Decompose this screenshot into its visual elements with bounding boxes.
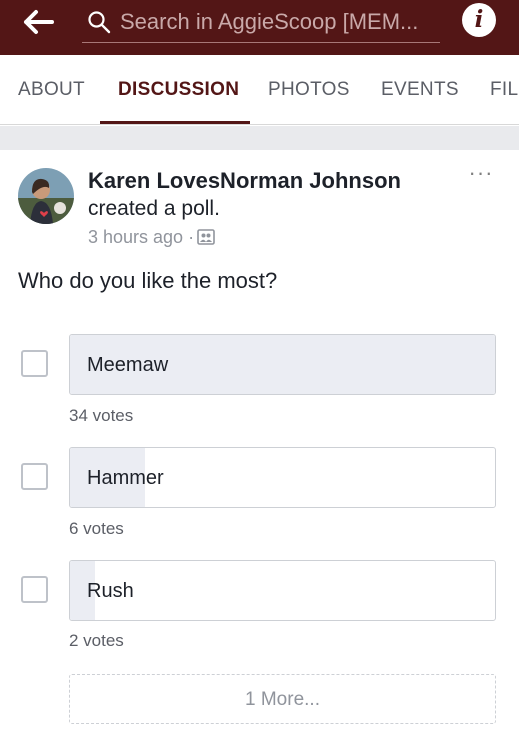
poll-option-hammer[interactable]: Hammer xyxy=(69,447,496,508)
active-tab-indicator xyxy=(100,121,250,124)
info-icon[interactable]: i xyxy=(462,3,496,37)
tab-discussion[interactable]: DISCUSSION xyxy=(118,79,239,101)
back-arrow-icon[interactable] xyxy=(18,6,62,38)
poll-option-checkbox-rush[interactable] xyxy=(21,576,48,603)
top-bar: Search in AggieScoop [MEM... i xyxy=(0,0,519,55)
search-icon xyxy=(87,10,111,34)
search-input[interactable]: Search in AggieScoop [MEM... xyxy=(82,3,440,43)
poll-option-label: Meemaw xyxy=(87,354,169,376)
poll-option-meemaw[interactable]: Meemaw xyxy=(69,334,496,395)
post-author[interactable]: Karen LovesNorman Johnson xyxy=(88,168,401,194)
poll-option-votes[interactable]: 2 votes xyxy=(69,631,124,651)
tab-photos[interactable]: PHOTOS xyxy=(268,79,350,101)
more-poll-options-button[interactable]: 1 More... xyxy=(69,674,496,724)
group-tabs: ABOUT DISCUSSION PHOTOS EVENTS FIL xyxy=(0,55,519,125)
poll-option-label: Rush xyxy=(87,580,134,602)
poll-option-checkbox-meemaw[interactable] xyxy=(21,350,48,377)
group-icon xyxy=(197,229,215,245)
poll-option-votes[interactable]: 34 votes xyxy=(69,406,133,426)
poll-question: Who do you like the most? xyxy=(18,268,278,293)
poll-post: Karen LovesNorman Johnson created a poll… xyxy=(0,150,519,750)
tab-about[interactable]: ABOUT xyxy=(18,79,85,101)
poll-option-votes[interactable]: 6 votes xyxy=(69,519,124,539)
feed-divider xyxy=(0,126,519,150)
poll-option-checkbox-hammer[interactable] xyxy=(21,463,48,490)
tab-files[interactable]: FIL xyxy=(490,79,518,101)
avatar[interactable] xyxy=(18,168,74,224)
tab-events[interactable]: EVENTS xyxy=(381,79,459,101)
post-action: created a poll. xyxy=(88,197,220,220)
poll-option-rush[interactable]: Rush xyxy=(69,560,496,621)
meta-separator: · xyxy=(188,227,195,247)
more-options-icon[interactable]: ··· xyxy=(464,162,498,188)
poll-option-label: Hammer xyxy=(87,467,164,489)
post-meta: 3 hours ago · xyxy=(88,227,215,248)
post-timestamp[interactable]: 3 hours ago xyxy=(88,227,183,247)
search-placeholder: Search in AggieScoop [MEM... xyxy=(120,9,419,34)
